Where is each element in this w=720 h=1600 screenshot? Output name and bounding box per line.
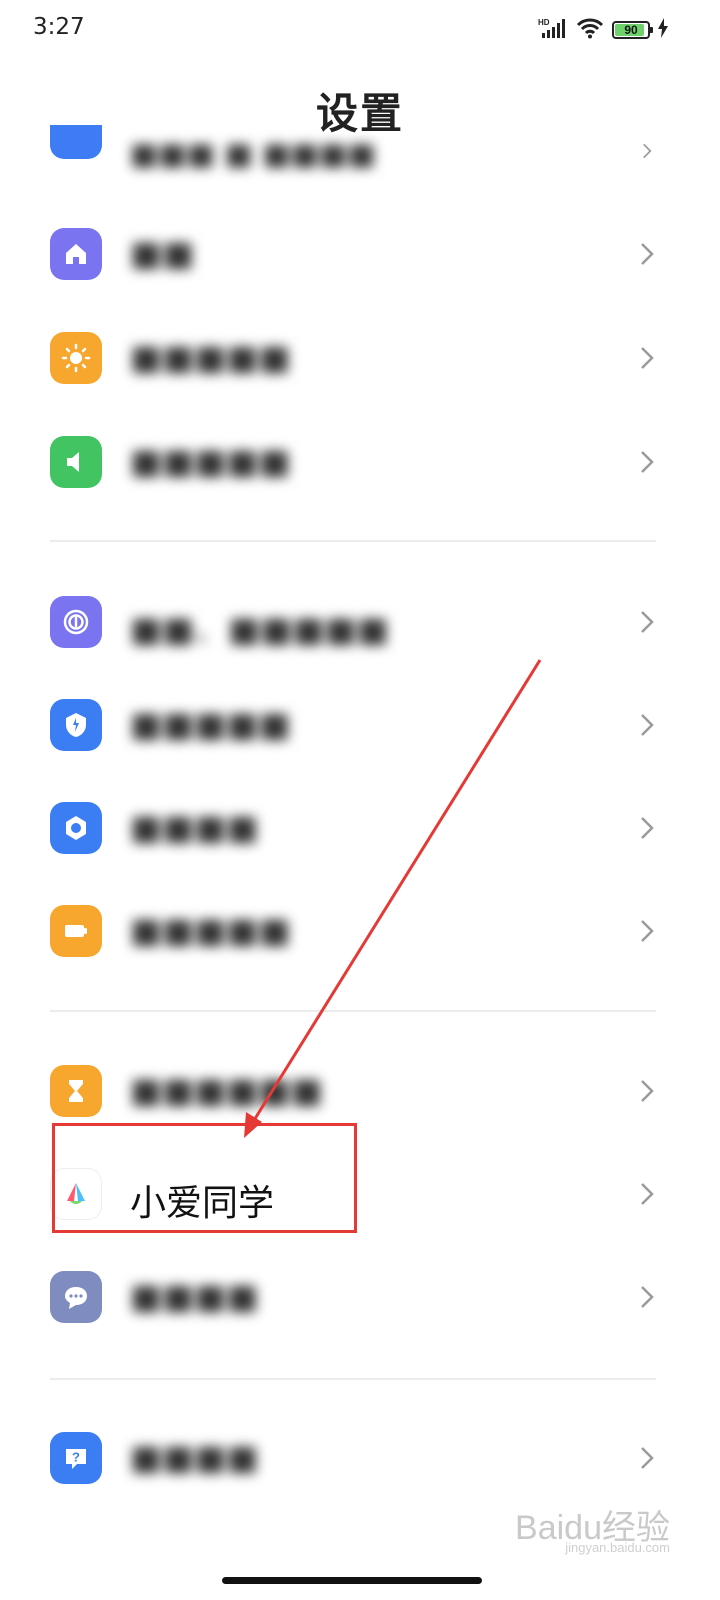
- chevron-right-icon: [641, 243, 654, 265]
- hd-signal-icon: HD: [538, 17, 568, 43]
- chevron-right-icon: [641, 1447, 654, 1469]
- chevron-right-icon: [641, 611, 654, 633]
- speaker-icon: [50, 436, 102, 488]
- network-label: HD: [538, 18, 550, 27]
- battery-box-icon: [50, 905, 102, 957]
- settings-item-feedback[interactable]: ? ■■■■: [0, 1413, 720, 1503]
- hourglass-icon: [50, 1065, 102, 1117]
- settings-item-display[interactable]: ■■■■■: [0, 313, 720, 403]
- svg-text:?: ?: [72, 1450, 80, 1465]
- settings-item-app-settings[interactable]: ■■■■: [0, 783, 720, 873]
- fingerprint-icon: [50, 596, 102, 648]
- settings-item-label: ■■、■■■■■: [130, 610, 389, 650]
- settings-item-home[interactable]: ■■: [0, 209, 720, 299]
- settings-item-sound[interactable]: ■■■■■: [0, 417, 720, 507]
- settings-item-label: ■■■ ■ ■■■■: [130, 137, 376, 172]
- settings-item-label: ■■■■■: [130, 705, 291, 745]
- baidu-watermark-url: jingyan.baidu.com: [565, 1540, 670, 1555]
- settings-item-label: ■■■■: [130, 1438, 259, 1478]
- settings-item-battery[interactable]: ■■■■■: [0, 886, 720, 976]
- section-divider: [50, 1010, 656, 1012]
- home-icon: [50, 228, 102, 280]
- chevron-right-icon: [641, 347, 654, 369]
- chevron-right-icon: [641, 1080, 654, 1102]
- question-icon: ?: [50, 1432, 102, 1484]
- chevron-right-icon: [641, 817, 654, 839]
- settings-item-label: ■■: [130, 234, 195, 274]
- section-divider: [50, 540, 656, 542]
- chevron-right-icon: [643, 143, 652, 159]
- section-divider: [50, 1378, 656, 1380]
- hexagon-settings-icon: [50, 802, 102, 854]
- chevron-right-icon: [641, 1183, 654, 1205]
- settings-item-label: ■■■■■■: [130, 1071, 323, 1111]
- chat-bubble-icon: [50, 1271, 102, 1323]
- settings-item-fingerprint[interactable]: ■■、■■■■■: [0, 577, 720, 667]
- chevron-right-icon: [641, 714, 654, 736]
- battery-tip: [650, 27, 653, 33]
- battery-icon: 90: [612, 21, 653, 39]
- chevron-right-icon: [641, 920, 654, 942]
- settings-item-partial[interactable]: ■■■ ■ ■■■■: [0, 125, 720, 185]
- settings-item-voice[interactable]: ■■■■: [0, 1252, 720, 1342]
- sun-icon: [50, 332, 102, 384]
- partial-top-icon: [50, 125, 102, 159]
- wifi-icon: [576, 17, 604, 43]
- status-bar: 3:27 HD 90: [0, 0, 720, 64]
- chevron-right-icon: [641, 451, 654, 473]
- settings-item-label: ■■■■■: [130, 338, 291, 378]
- status-icons: HD 90: [538, 16, 668, 44]
- settings-item-privacy[interactable]: ■■■■■: [0, 680, 720, 770]
- settings-item-label: ■■■■■: [130, 911, 291, 951]
- status-time: 3:27: [33, 14, 85, 40]
- settings-item-label: ■■■■: [130, 808, 259, 848]
- battery-level: 90: [624, 23, 638, 37]
- chevron-right-icon: [641, 1286, 654, 1308]
- settings-item-label: ■■■■■: [130, 442, 291, 482]
- shield-icon: [50, 699, 102, 751]
- charging-bolt-icon: [658, 18, 668, 42]
- settings-item-label: ■■■■: [130, 1277, 259, 1317]
- annotation-highlight-box: [52, 1123, 357, 1233]
- home-indicator[interactable]: [222, 1577, 482, 1584]
